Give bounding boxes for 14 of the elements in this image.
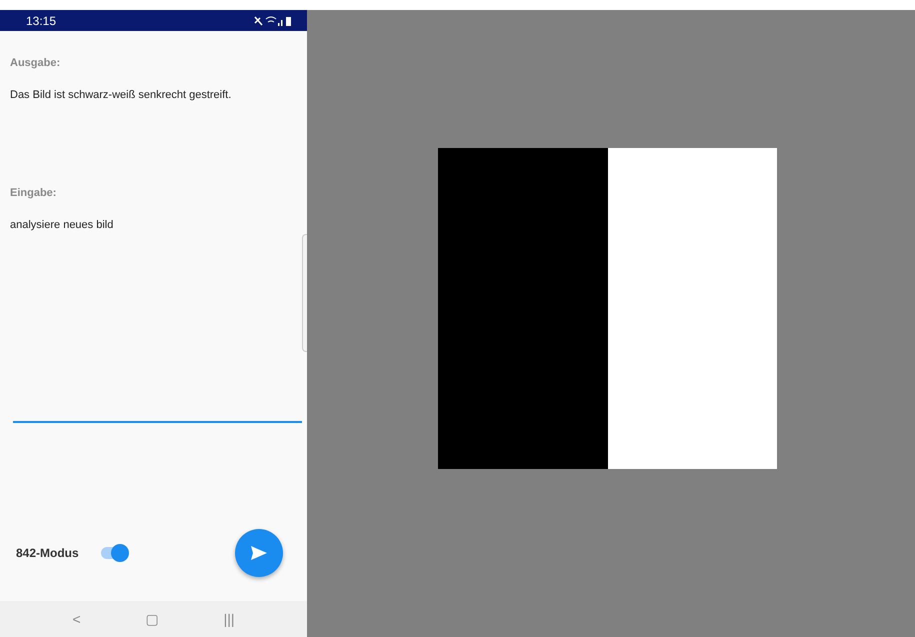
output-text: Das Bild ist schwarz-weiß senkrecht gestreift. xyxy=(10,89,232,101)
clock: 13:15 xyxy=(26,14,56,28)
send-icon xyxy=(250,545,268,561)
home-button[interactable]: ▢ xyxy=(146,611,159,627)
status-icons xyxy=(253,14,293,26)
back-button[interactable]: < xyxy=(72,611,81,627)
input-label: Eingabe: xyxy=(10,187,56,199)
side-handle[interactable] xyxy=(302,234,307,352)
mode-switch[interactable] xyxy=(98,544,129,562)
output-label: Ausgabe: xyxy=(10,57,60,69)
send-button[interactable] xyxy=(235,529,283,577)
mode-label: 842-Modus xyxy=(16,546,79,560)
input-text: analysiere neues bild xyxy=(10,219,114,231)
recents-button[interactable]: ||| xyxy=(224,611,234,627)
